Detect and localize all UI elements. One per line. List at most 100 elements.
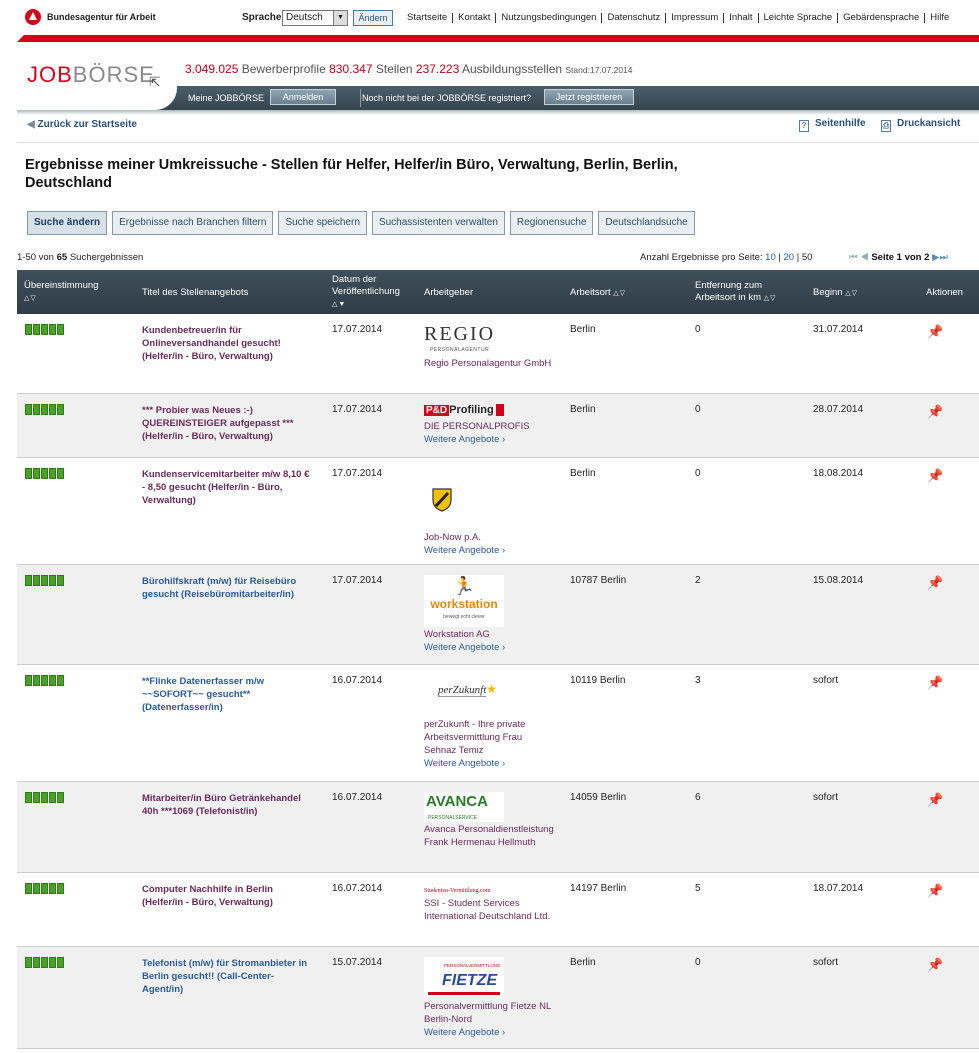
job-place: Berlin bbox=[570, 404, 596, 415]
pin-icon[interactable]: 📌 bbox=[927, 468, 943, 484]
employer-cell: 🏃 workstation bewegt echt clever Workstati… bbox=[424, 575, 554, 654]
employer-name[interactable]: Workstation AG bbox=[424, 628, 554, 641]
pin-icon[interactable]: 📌 bbox=[927, 883, 943, 899]
col-place[interactable]: Arbeitsort △▽ bbox=[570, 287, 626, 300]
sort-icon[interactable]: △▽ bbox=[613, 290, 626, 297]
link-nutzungsbedingungen[interactable]: Nutzungsbedingungen bbox=[495, 13, 601, 23]
employer-name[interactable]: DIE PERSONALPROFIS bbox=[424, 420, 554, 433]
col-start-label: Beginn bbox=[813, 287, 843, 298]
org-name[interactable]: Bundesagentur für Arbeit bbox=[47, 12, 156, 22]
pin-icon[interactable]: 📌 bbox=[927, 675, 943, 691]
filter-branch-button[interactable]: Ergebnisse nach Branchen filtern bbox=[112, 211, 274, 235]
more-offers-link[interactable]: Weitere Angebote › bbox=[424, 1026, 554, 1039]
last-page-icon[interactable]: ⏭ bbox=[939, 252, 948, 263]
job-title-link[interactable]: Kundenservicemitarbeiter m/w 8,10 € - 8,… bbox=[142, 468, 312, 507]
language-change-button[interactable]: Ändern bbox=[353, 10, 393, 26]
link-inhalt[interactable]: Inhalt bbox=[723, 13, 757, 23]
employer-logo[interactable]: 🏃 workstation bewegt echt clever bbox=[424, 575, 504, 627]
jobboerse-logo[interactable]: JOBBÖRSE bbox=[27, 62, 155, 88]
more-offers-link[interactable]: Weitere Angebote › bbox=[424, 433, 554, 446]
pin-icon[interactable]: 📌 bbox=[927, 957, 943, 973]
help-link[interactable]: ? Seitenhilfe bbox=[799, 118, 866, 132]
register-button[interactable]: Jetzt registrieren bbox=[544, 89, 634, 105]
col-match[interactable]: Übereinstimmung △▽ bbox=[24, 280, 98, 305]
job-place: 10787 Berlin bbox=[570, 575, 627, 586]
employer-logo[interactable]: Studenten-Vermittlung.com bbox=[424, 883, 504, 895]
link-datenschutz[interactable]: Datenschutz bbox=[601, 13, 665, 23]
job-title-link[interactable]: **Flinke Datenerfasser m/w ~~SOFORT~~ ge… bbox=[142, 675, 312, 714]
logo-subtext: PERSONALVERMITTLUNG bbox=[444, 963, 501, 968]
employer-logo[interactable]: REGIO PERSONALAGENTUR bbox=[424, 324, 504, 354]
nav-bar: Meine JOBBÖRSE Anmelden Noch nicht bei d… bbox=[17, 86, 979, 110]
pin-icon[interactable]: 📌 bbox=[927, 324, 943, 340]
language-value: Deutsch bbox=[286, 12, 323, 23]
job-title-link[interactable]: Mitarbeiter/in Büro Getränkehandel 40h *… bbox=[142, 792, 312, 818]
manage-assistants-button[interactable]: Suchassistenten verwalten bbox=[371, 211, 505, 235]
employer-name[interactable]: SSI - Student Services International Deu… bbox=[424, 897, 554, 923]
link-hilfe[interactable]: Hilfe bbox=[924, 13, 954, 23]
match-indicator bbox=[25, 957, 65, 968]
job-title-link[interactable]: Kundenbetreuer/in für Onlineversandhande… bbox=[142, 324, 312, 363]
job-title-link[interactable]: Telefonist (m/w) für Stromanbieter in Be… bbox=[142, 957, 312, 996]
job-title-link[interactable]: Computer Nachhilfe in Berlin (Helfer/in … bbox=[142, 883, 312, 909]
job-start: 15.08.2014 bbox=[813, 575, 864, 586]
training-count: 237.223 bbox=[415, 62, 460, 76]
first-page-icon[interactable]: ⏮ bbox=[849, 252, 858, 263]
link-kontakt[interactable]: Kontakt bbox=[452, 13, 495, 23]
employer-logo[interactable] bbox=[424, 468, 504, 528]
logo-text: AVANCA bbox=[426, 793, 488, 810]
logo-text: FIETZE bbox=[442, 972, 498, 989]
change-search-button[interactable]: Suche ändern bbox=[27, 211, 108, 235]
per-page-20[interactable]: 20 bbox=[784, 252, 795, 263]
sort-icon[interactable]: △▼ bbox=[332, 301, 346, 308]
job-distance: 0 bbox=[695, 324, 701, 335]
stand-date: Stand:17.07.2014 bbox=[565, 65, 633, 75]
more-offers-link[interactable]: Weitere Angebote › bbox=[424, 641, 554, 654]
results-label: Suchergebnissen bbox=[69, 252, 144, 263]
more-offers-link[interactable]: Weitere Angebote › bbox=[424, 544, 554, 557]
pagination: ⏮ ◀ Seite 1 von 2 ▶⏭ bbox=[849, 252, 948, 263]
employer-logo[interactable]: P&D Profiling bbox=[424, 404, 504, 418]
employer-logo[interactable]: AVANCA PERSONALSERVICE bbox=[424, 792, 504, 822]
pin-icon[interactable]: 📌 bbox=[927, 575, 943, 591]
back-link[interactable]: ◀ Zurück zur Startseite bbox=[27, 119, 137, 130]
link-startseite[interactable]: Startseite bbox=[402, 13, 452, 23]
job-title-link[interactable]: *** Probier was Neues :-) QUEREINSTEIGER… bbox=[142, 404, 312, 443]
language-select[interactable]: Deutsch ▼ bbox=[282, 10, 348, 26]
login-button[interactable]: Anmelden bbox=[270, 89, 336, 105]
language-label: Sprache bbox=[242, 12, 282, 23]
per-page-10[interactable]: 10 bbox=[765, 252, 776, 263]
col-distance[interactable]: Entfernung zum Arbeitsort in km △▽ bbox=[695, 280, 795, 305]
my-jobboerse-label: Meine JOBBÖRSE bbox=[188, 93, 265, 103]
job-distance: 5 bbox=[695, 883, 701, 894]
profiles-label: Bewerberprofile bbox=[241, 62, 326, 76]
prev-page-icon[interactable]: ◀ bbox=[860, 252, 868, 263]
save-search-button[interactable]: Suche speichern bbox=[278, 211, 367, 235]
more-offers-link[interactable]: Weitere Angebote › bbox=[424, 757, 554, 770]
employer-name[interactable]: perZukunft - Ihre private Arbeitsvermitt… bbox=[424, 718, 554, 757]
employer-name[interactable]: Personalvermittlung Fietze NL Berlin-Nor… bbox=[424, 1000, 554, 1026]
pin-icon[interactable]: 📌 bbox=[927, 404, 943, 420]
link-leichte-sprache[interactable]: Leichte Sprache bbox=[757, 13, 838, 23]
ba-logo-icon[interactable] bbox=[25, 9, 41, 25]
employer-cell: Studenten-Vermittlung.com SSI - Student … bbox=[424, 883, 554, 923]
employer-name[interactable]: Regio Personalagentur GmbH bbox=[424, 357, 554, 370]
job-title-link[interactable]: Bürohilfskraft (m/w) für Reisebüro gesuc… bbox=[142, 575, 312, 601]
print-link[interactable]: ⎙ Druckansicht bbox=[881, 118, 960, 132]
employer-logo[interactable]: perZukunft★ bbox=[424, 675, 504, 715]
employer-logo[interactable]: PERSONALVERMITTLUNG FIETZE bbox=[424, 957, 504, 997]
job-distance: 0 bbox=[695, 957, 701, 968]
sort-icon[interactable]: △▽ bbox=[764, 295, 777, 302]
employer-name[interactable]: Avanca Personaldienstleistung Frank Herm… bbox=[424, 823, 554, 849]
germany-search-button[interactable]: Deutschlandsuche bbox=[598, 211, 695, 235]
col-start[interactable]: Beginn △▽ bbox=[813, 287, 858, 300]
region-search-button[interactable]: Regionensuche bbox=[509, 211, 594, 235]
link-gebaerdensprache[interactable]: Gebärdensprache bbox=[837, 13, 924, 23]
sort-icon[interactable]: △▽ bbox=[845, 290, 858, 297]
col-date[interactable]: Datum der Veröffentlichung △▼ bbox=[332, 274, 420, 311]
pin-icon[interactable]: 📌 bbox=[927, 792, 943, 808]
sort-icon[interactable]: △▽ bbox=[24, 295, 37, 302]
employer-name[interactable]: Job-Now p.A. bbox=[424, 531, 554, 544]
link-impressum[interactable]: Impressum bbox=[665, 13, 723, 23]
results-count: 1-50 von 65 Suchergebnissen bbox=[17, 252, 143, 263]
